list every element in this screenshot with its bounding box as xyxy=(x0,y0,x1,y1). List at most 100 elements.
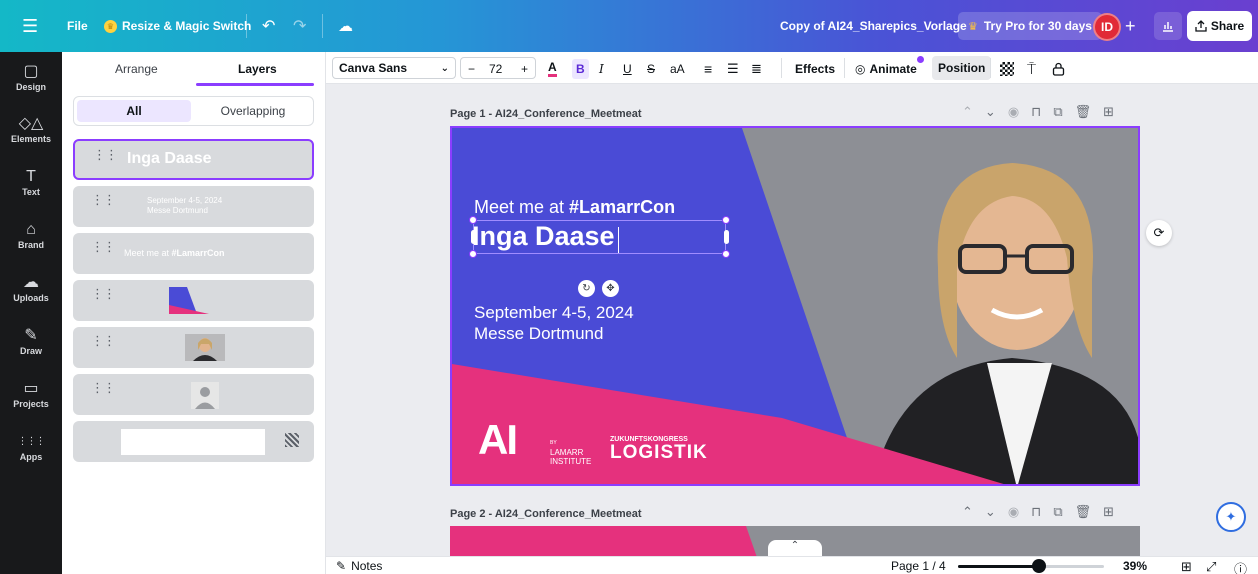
add-page-icon[interactable]: ⊞ xyxy=(1103,504,1114,520)
underline-button[interactable]: U xyxy=(623,59,632,79)
drag-handle-icon[interactable]: ⋮⋮ xyxy=(91,193,116,206)
divider xyxy=(246,14,247,38)
animate-button[interactable]: ◎ Animate xyxy=(855,56,924,79)
resize-magic-switch-button[interactable]: ♛ Resize & Magic Switch xyxy=(104,0,251,52)
resize-handle[interactable] xyxy=(722,216,730,224)
layer-item-date-text[interactable]: ⋮⋮ September 4-5, 2024 Messe Dortmund xyxy=(73,186,314,227)
move-page-up-icon[interactable]: ⌃ xyxy=(962,504,973,520)
letter-case-button[interactable]: aA xyxy=(670,59,685,79)
lock-icon[interactable] xyxy=(1052,59,1065,79)
move-page-up-icon[interactable]: ⌃ xyxy=(962,104,973,120)
rail-item-draw[interactable]: ✎ Draw xyxy=(0,326,62,356)
hide-page-icon[interactable]: ◉ xyxy=(1008,104,1019,120)
tab-arrange[interactable]: Arrange xyxy=(115,62,158,76)
drag-handle-icon[interactable]: ⋮⋮ xyxy=(91,287,116,300)
meet-me-text[interactable]: Meet me at #LamarrCon xyxy=(474,197,675,218)
delete-page-icon[interactable]: 🗑 xyxy=(1075,104,1092,120)
strikethrough-button[interactable]: S xyxy=(647,59,655,79)
zoom-level[interactable]: 39% xyxy=(1123,559,1147,573)
layer-item-avatar-placeholder[interactable]: ⋮⋮ xyxy=(73,374,314,415)
increase-size-button[interactable]: + xyxy=(521,62,528,76)
uploads-icon: ☁ xyxy=(23,274,39,291)
add-collaborator-icon[interactable]: + xyxy=(1125,0,1136,52)
zoom-slider[interactable] xyxy=(958,559,1104,573)
rail-item-uploads[interactable]: ☁ Uploads xyxy=(0,273,62,303)
left-rail: ▢ Design ◇△ Elements T Text ⌂ Brand ☁ Up… xyxy=(0,52,62,574)
page-1-title[interactable]: Page 1 - AI24_Conference_Meetmeat xyxy=(450,108,642,120)
chevron-up-icon[interactable]: ⌃ xyxy=(768,540,822,556)
duplicate-page-icon[interactable]: ⧉ xyxy=(1053,504,1062,520)
layer-item-name-text[interactable]: ⋮⋮ Inga Daase xyxy=(73,139,314,180)
font-family-select[interactable]: Canva Sans ⌄ xyxy=(332,57,456,79)
design-page-1[interactable]: Meet me at #LamarrCon Inga Daase ↻ ✥ Sep… xyxy=(450,126,1140,486)
layer-item-photo[interactable]: ⋮⋮ xyxy=(73,327,314,368)
spacing-icon[interactable]: ≣ xyxy=(751,59,762,79)
text-color-button[interactable]: A xyxy=(548,59,557,79)
align-icon[interactable]: ≡ xyxy=(704,59,712,79)
resize-handle[interactable] xyxy=(722,250,730,258)
side-handle[interactable] xyxy=(471,230,476,244)
transparency-icon[interactable] xyxy=(1000,59,1014,79)
file-menu-button[interactable]: File xyxy=(67,0,88,52)
bold-button[interactable]: B xyxy=(572,59,589,79)
rail-item-apps[interactable]: ⋮⋮⋮ Apps xyxy=(0,432,62,462)
insights-chart-icon[interactable] xyxy=(1154,12,1182,40)
list-icon[interactable]: ☰ xyxy=(727,59,739,79)
move-page-down-icon[interactable]: ⌄ xyxy=(985,504,996,520)
filter-all-button[interactable]: All xyxy=(77,100,191,122)
zoom-slider-knob[interactable] xyxy=(1032,559,1047,573)
document-title[interactable]: Copy of AI24_Sharepics_Vorlage xyxy=(780,0,967,52)
drag-handle-icon[interactable]: ⋮⋮ xyxy=(91,334,116,347)
add-page-icon[interactable]: ⊞ xyxy=(1103,104,1114,120)
page-1-controls: ⌃ ⌄ ◉ ⊓ ⧉ 🗑 ⊞ xyxy=(962,104,1114,120)
decrease-size-button[interactable]: − xyxy=(468,62,475,76)
notes-button[interactable]: ✎ Notes xyxy=(336,559,382,573)
resize-handle[interactable] xyxy=(469,250,477,258)
layer-thumbnail xyxy=(191,382,219,409)
fullscreen-icon[interactable]: ⤢ xyxy=(1206,559,1216,574)
rail-item-projects[interactable]: ▭ Projects xyxy=(0,379,62,409)
refresh-comment-icon[interactable]: ⟳ xyxy=(1146,220,1172,246)
divider xyxy=(990,58,991,78)
hide-page-icon[interactable]: ◉ xyxy=(1008,504,1019,520)
user-avatar[interactable]: ID xyxy=(1093,13,1121,41)
rotate-icon[interactable]: ↻ xyxy=(578,280,595,297)
date-text[interactable]: September 4-5, 2024 Messe Dortmund xyxy=(474,302,634,344)
magic-assistant-icon[interactable]: ✦ xyxy=(1216,502,1246,532)
side-handle[interactable] xyxy=(724,230,729,244)
italic-button[interactable]: I xyxy=(599,59,604,79)
effects-button[interactable]: Effects xyxy=(795,59,835,79)
rail-item-design[interactable]: ▢ Design xyxy=(0,62,62,92)
font-size-input[interactable]: 72 xyxy=(489,62,502,76)
help-icon[interactable]: ⓘ xyxy=(1234,559,1247,574)
redo-icon[interactable]: ↷ xyxy=(293,0,306,52)
position-button[interactable]: Position xyxy=(932,56,992,80)
rail-item-text[interactable]: T Text xyxy=(0,167,62,197)
filter-overlapping-button[interactable]: Overlapping xyxy=(196,100,310,122)
grid-view-icon[interactable]: ⊞ xyxy=(1181,559,1192,574)
cloud-saved-icon[interactable]: ☁ xyxy=(338,0,353,52)
lock-page-icon[interactable]: ⊓ xyxy=(1031,104,1041,120)
drag-handle-icon[interactable]: ⋮⋮ xyxy=(91,240,116,253)
undo-icon[interactable]: ↶ xyxy=(262,0,275,52)
layer-item-background-shape[interactable]: ⋮⋮ xyxy=(73,280,314,321)
move-icon[interactable]: ✥ xyxy=(602,280,619,297)
delete-page-icon[interactable]: 🗑 xyxy=(1075,504,1092,520)
menu-icon[interactable]: ☰ xyxy=(22,0,38,52)
duplicate-page-icon[interactable]: ⧉ xyxy=(1053,104,1062,120)
paint-roller-icon[interactable]: ⍑ xyxy=(1027,59,1036,79)
drag-handle-icon[interactable]: ⋮⋮ xyxy=(93,148,118,161)
page-indicator[interactable]: Page 1 / 4 xyxy=(891,559,946,573)
tab-layers[interactable]: Layers xyxy=(238,62,277,76)
try-pro-button[interactable]: ♛ Try Pro for 30 days xyxy=(958,12,1102,40)
layer-item-meet-text[interactable]: ⋮⋮ Meet me at #LamarrCon xyxy=(73,233,314,274)
rail-item-brand[interactable]: ⌂ Brand xyxy=(0,220,62,250)
rail-item-elements[interactable]: ◇△ Elements xyxy=(0,114,62,144)
page-2-title[interactable]: Page 2 - AI24_Conference_Meetmeat xyxy=(450,508,642,520)
layer-item-white-frame[interactable] xyxy=(73,421,314,462)
drag-handle-icon[interactable]: ⋮⋮ xyxy=(91,381,116,394)
lock-page-icon[interactable]: ⊓ xyxy=(1031,504,1041,520)
share-button[interactable]: Share xyxy=(1187,11,1252,41)
move-page-down-icon[interactable]: ⌄ xyxy=(985,104,996,120)
resize-handle[interactable] xyxy=(469,216,477,224)
